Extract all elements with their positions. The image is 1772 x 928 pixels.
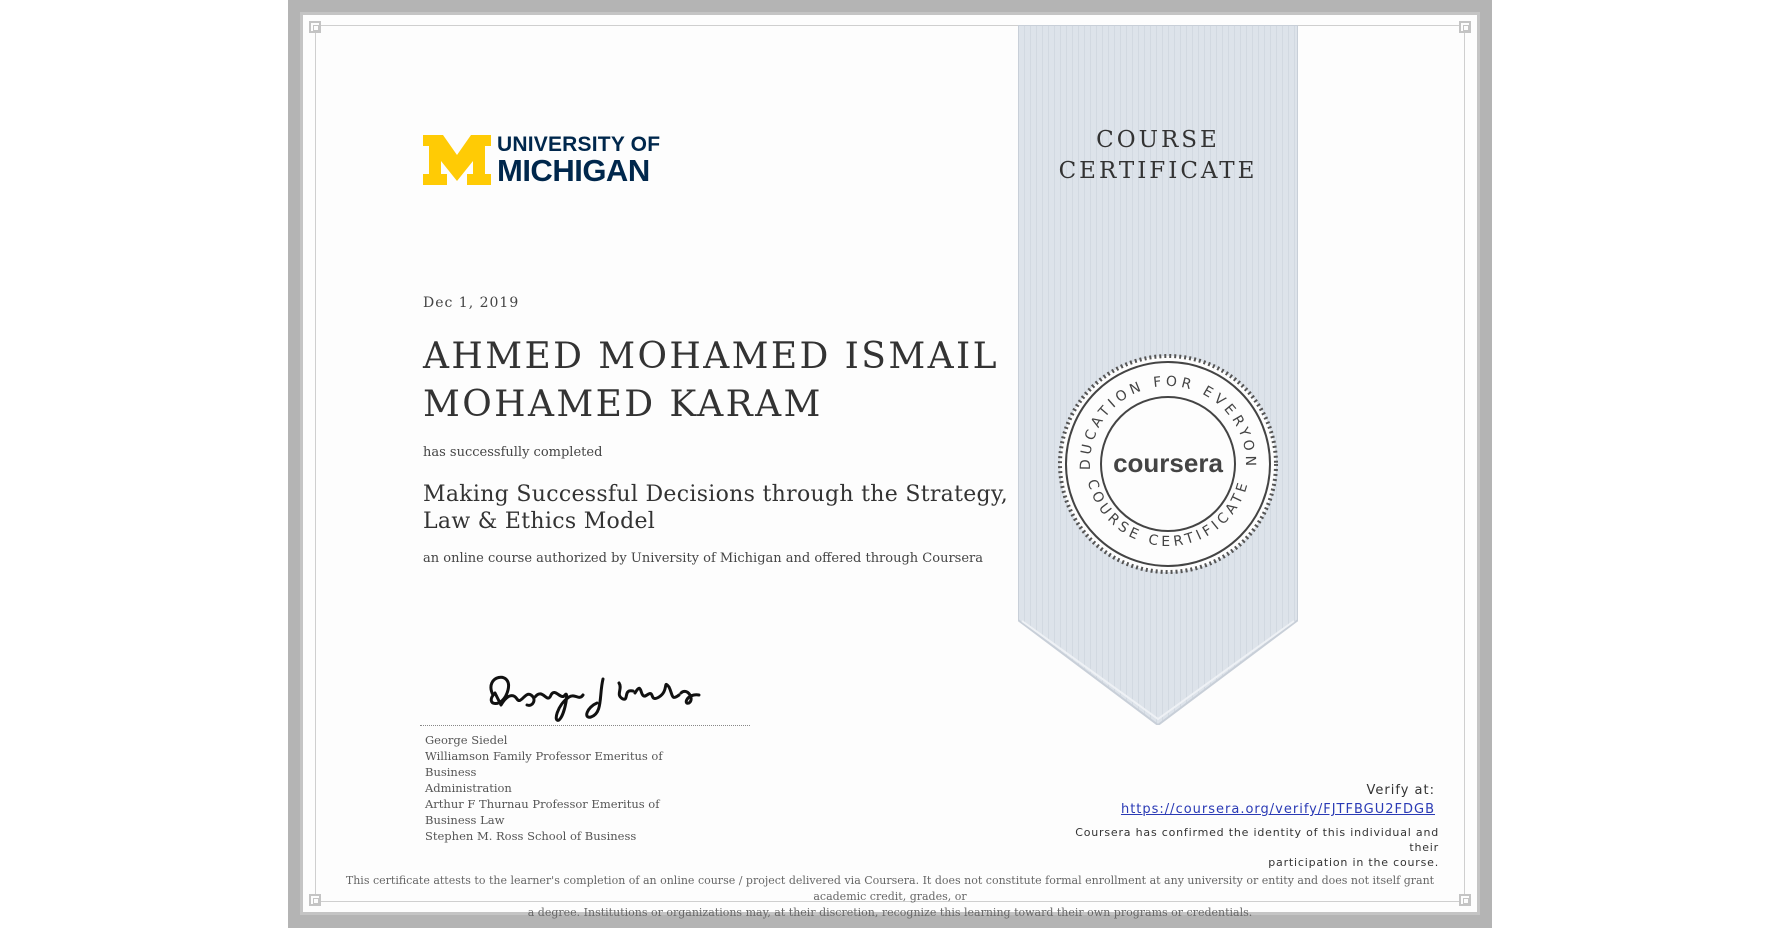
disclaimer: This certificate attests to the learner'… (333, 873, 1447, 921)
disclaimer-line2: a degree. Institutions or organizations … (527, 906, 1253, 919)
signer-title: Arthur F Thurnau Professor Emeritus of B… (425, 797, 660, 827)
course-title-line1: Making Successful Decisions through the … (423, 482, 1009, 507)
corner-ornament (309, 21, 321, 33)
coursera-seal: EDUCATION FOR EVERYONE COURSE CERTIFICAT… (1057, 353, 1278, 574)
ribbon-line2: CERTIFICATE (1058, 158, 1258, 184)
verify-link[interactable]: https://coursera.org/verify/FJTFBGU2FDGB (1121, 802, 1435, 817)
certificate-frame: UNIVERSITY OF MICHIGAN Dec 1, 2019 AHMED… (288, 0, 1492, 928)
university-logo: UNIVERSITY OF MICHIGAN (423, 133, 660, 187)
identity-confirmation: Coursera has confirmed the identity of t… (1059, 825, 1439, 870)
course-title-line2: Law & Ethics Model (423, 509, 656, 534)
ribbon-line1: COURSE (1096, 127, 1220, 153)
signer-school: Stephen M. Ross School of Business (425, 829, 637, 843)
signer-title: Administration (425, 781, 512, 795)
recipient-name-line1: AHMED MOHAMED ISMAIL (423, 336, 999, 377)
recipient-name: AHMED MOHAMED ISMAIL MOHAMED KARAM (423, 333, 1023, 429)
signature-image (489, 675, 701, 722)
block-m-icon (423, 135, 491, 185)
disclaimer-line1: This certificate attests to the learner'… (345, 874, 1435, 903)
recipient-name-line2: MOHAMED KARAM (423, 384, 823, 425)
signer-name: George Siedel (425, 733, 508, 747)
confirm-line1: Coursera has confirmed the identity of t… (1075, 826, 1439, 854)
corner-ornament (1459, 894, 1471, 906)
logo-line2: MICHIGAN (497, 153, 650, 188)
authorized-text: an online course authorized by Universit… (423, 551, 983, 566)
issue-date: Dec 1, 2019 (423, 295, 520, 311)
signature-line (420, 725, 750, 726)
course-title: Making Successful Decisions through the … (423, 481, 1063, 535)
ribbon-title: COURSE CERTIFICATE (1018, 125, 1298, 187)
completed-text: has successfully completed (423, 445, 603, 460)
signer-title: Williamson Family Professor Emeritus of … (425, 749, 663, 779)
logo-line1: UNIVERSITY OF (497, 133, 661, 156)
seal-brand: coursera (1113, 448, 1223, 478)
certificate-paper: UNIVERSITY OF MICHIGAN Dec 1, 2019 AHMED… (300, 12, 1480, 919)
confirm-line2: participation in the course. (1268, 856, 1439, 869)
verify-label: Verify at: (1366, 783, 1435, 798)
verify-block: Verify at: https://coursera.org/verify/F… (1059, 783, 1439, 870)
signer-info: George Siedel Williamson Family Professo… (425, 732, 705, 844)
corner-ornament (1459, 21, 1471, 33)
corner-ornament (309, 894, 321, 906)
